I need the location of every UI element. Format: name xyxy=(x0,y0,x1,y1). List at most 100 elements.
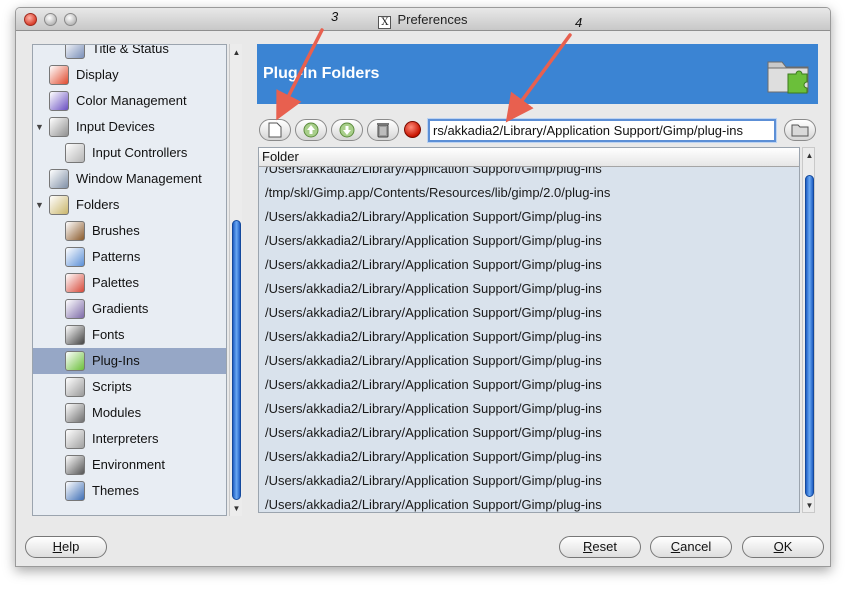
folder-list-scrollbar[interactable]: ▲ ▼ xyxy=(802,147,815,513)
window-management-icon xyxy=(49,169,69,189)
sidebar-item-label: Brushes xyxy=(92,223,140,238)
plug-ins-icon xyxy=(65,351,85,371)
sidebar-item-plug-ins[interactable]: Plug-Ins xyxy=(33,348,226,374)
sidebar-item-label: Window Management xyxy=(76,171,202,186)
expander-triangle-icon[interactable]: ▼ xyxy=(35,122,45,132)
delete-folder-button[interactable] xyxy=(367,119,399,141)
sidebar-item-label: Display xyxy=(76,67,119,82)
title-bar: X Preferences xyxy=(16,8,830,31)
callout-number-3: 3 xyxy=(331,9,339,24)
open-folder-icon xyxy=(791,124,809,137)
sidebar-item-folders[interactable]: ▼ Folders xyxy=(33,192,226,218)
environment-icon xyxy=(65,455,85,475)
folder-column-header[interactable]: Folder xyxy=(259,148,799,167)
sidebar-item-modules[interactable]: Modules xyxy=(33,400,226,426)
x11-icon: X xyxy=(378,16,392,29)
sidebar-item-input-devices[interactable]: ▼ Input Devices xyxy=(33,114,226,140)
sidebar-item-label: Scripts xyxy=(92,379,132,394)
trash-icon xyxy=(377,123,389,138)
sidebar-item-display[interactable]: Display xyxy=(33,62,226,88)
sidebar-item-label: Input Controllers xyxy=(92,145,188,160)
list-scroll-up-arrow[interactable]: ▲ xyxy=(803,149,816,162)
sidebar-item-brushes[interactable]: Brushes xyxy=(33,218,226,244)
patterns-icon xyxy=(65,247,85,267)
fonts-icon xyxy=(65,325,85,345)
input-controllers-icon xyxy=(65,143,85,163)
expander-triangle-icon[interactable]: ▼ xyxy=(35,200,45,210)
sidebar-item-gradients[interactable]: Gradients xyxy=(33,296,226,322)
input-devices-icon xyxy=(49,117,69,137)
ok-button[interactable]: OK xyxy=(742,536,824,558)
folders-icon xyxy=(49,195,69,215)
sidebar-item-interpreters[interactable]: Interpreters xyxy=(33,426,226,452)
folder-list[interactable]: Folder /Users/akkadia2/Library/Applicati… xyxy=(258,147,800,513)
folder-list-row[interactable]: /Users/akkadia2/Library/Application Supp… xyxy=(259,421,799,445)
sidebar-item-label: Themes xyxy=(92,483,139,498)
sidebar-item-label: Title & Status xyxy=(92,44,169,56)
panel-title: Plug-In Folders xyxy=(263,65,380,82)
arrow-down-icon xyxy=(339,122,355,138)
help-button[interactable]: Help xyxy=(25,536,107,558)
folder-path-input[interactable] xyxy=(428,119,776,142)
folder-list-row[interactable]: /Users/akkadia2/Library/Application Supp… xyxy=(259,253,799,277)
reset-button[interactable]: Reset xyxy=(559,536,641,558)
folder-list-row[interactable]: /Users/akkadia2/Library/Application Supp… xyxy=(259,229,799,253)
list-scroll-thumb[interactable] xyxy=(805,175,814,497)
list-scroll-down-arrow[interactable]: ▼ xyxy=(803,499,816,512)
mark-writable-button[interactable] xyxy=(404,121,421,138)
sidebar-item-palettes[interactable]: Palettes xyxy=(33,270,226,296)
display-icon xyxy=(49,65,69,85)
folder-list-row[interactable]: /Users/akkadia2/Library/Application Supp… xyxy=(259,469,799,493)
callout-number-4: 4 xyxy=(575,15,583,30)
sidebar-item-label: Gradients xyxy=(92,301,149,316)
arrow-up-icon xyxy=(303,122,319,138)
sidebar-item-title-status[interactable]: Title & Status xyxy=(33,44,226,62)
folder-list-row[interactable]: /Users/akkadia2/Library/Application Supp… xyxy=(259,349,799,373)
modules-icon xyxy=(65,403,85,423)
preferences-window: X Preferences Title & Status Display Color … xyxy=(15,7,831,567)
folder-list-row[interactable]: /Users/akkadia2/Library/Application Supp… xyxy=(259,301,799,325)
palettes-icon xyxy=(65,273,85,293)
gradients-icon xyxy=(65,299,85,319)
title-status-icon xyxy=(65,45,85,59)
folder-list-row[interactable]: /Users/akkadia2/Library/Application Supp… xyxy=(259,373,799,397)
sidebar-item-themes[interactable]: Themes xyxy=(33,478,226,504)
plug-in-folder-icon xyxy=(767,61,809,94)
sidebar-item-window-management[interactable]: Window Management xyxy=(33,166,226,192)
panel-header: Plug-In Folders xyxy=(257,44,818,104)
sidebar-item-label: Color Management xyxy=(76,93,187,108)
sidebar-item-label: Patterns xyxy=(92,249,141,264)
sidebar-item-fonts[interactable]: Fonts xyxy=(33,322,226,348)
new-folder-button[interactable] xyxy=(259,119,291,141)
folder-list-row[interactable]: /Users/akkadia2/Library/Application Supp… xyxy=(259,205,799,229)
themes-icon xyxy=(65,481,85,501)
sidebar-item-label: Fonts xyxy=(92,327,125,342)
cancel-button[interactable]: Cancel xyxy=(650,536,732,558)
sidebar-item-label: Modules xyxy=(92,405,142,420)
sidebar-scrollbar[interactable]: ▲ ▼ xyxy=(229,44,242,516)
sidebar-item-scripts[interactable]: Scripts xyxy=(33,374,226,400)
window-title: Preferences xyxy=(397,12,468,27)
sidebar-item-patterns[interactable]: Patterns xyxy=(33,244,226,270)
sidebar-item-environment[interactable]: Environment xyxy=(33,452,226,478)
sidebar-item-color-management[interactable]: Color Management xyxy=(33,88,226,114)
sidebar-scroll-down-arrow[interactable]: ▼ xyxy=(230,502,243,515)
sidebar-item-label: Interpreters xyxy=(92,431,159,446)
move-down-button[interactable] xyxy=(331,119,363,141)
color-management-icon xyxy=(49,91,69,111)
sidebar-scroll-thumb[interactable] xyxy=(232,220,241,500)
folder-list-row[interactable]: /Users/akkadia2/Library/Application Supp… xyxy=(259,325,799,349)
folder-list-row[interactable]: /Users/akkadia2/Library/Application Supp… xyxy=(259,493,799,512)
folder-list-row[interactable]: /Users/akkadia2/Library/Application Supp… xyxy=(259,397,799,421)
brushes-icon xyxy=(65,221,85,241)
move-up-button[interactable] xyxy=(295,119,327,141)
sidebar-scroll-up-arrow[interactable]: ▲ xyxy=(230,46,243,59)
folder-list-row[interactable]: /Users/akkadia2/Library/Application Supp… xyxy=(259,445,799,469)
sidebar-item-input-controllers[interactable]: Input Controllers xyxy=(33,140,226,166)
category-sidebar: Title & Status Display Color Management ▼ In… xyxy=(32,44,227,516)
folder-list-row[interactable]: /tmp/skl/Gimp.app/Contents/Resources/lib… xyxy=(259,181,799,205)
sidebar-item-label: Plug-Ins xyxy=(92,353,140,368)
browse-folder-button[interactable] xyxy=(784,119,816,141)
folder-list-row[interactable]: /Users/akkadia2/Library/Application Supp… xyxy=(259,277,799,301)
sidebar-item-label: Environment xyxy=(92,457,165,472)
